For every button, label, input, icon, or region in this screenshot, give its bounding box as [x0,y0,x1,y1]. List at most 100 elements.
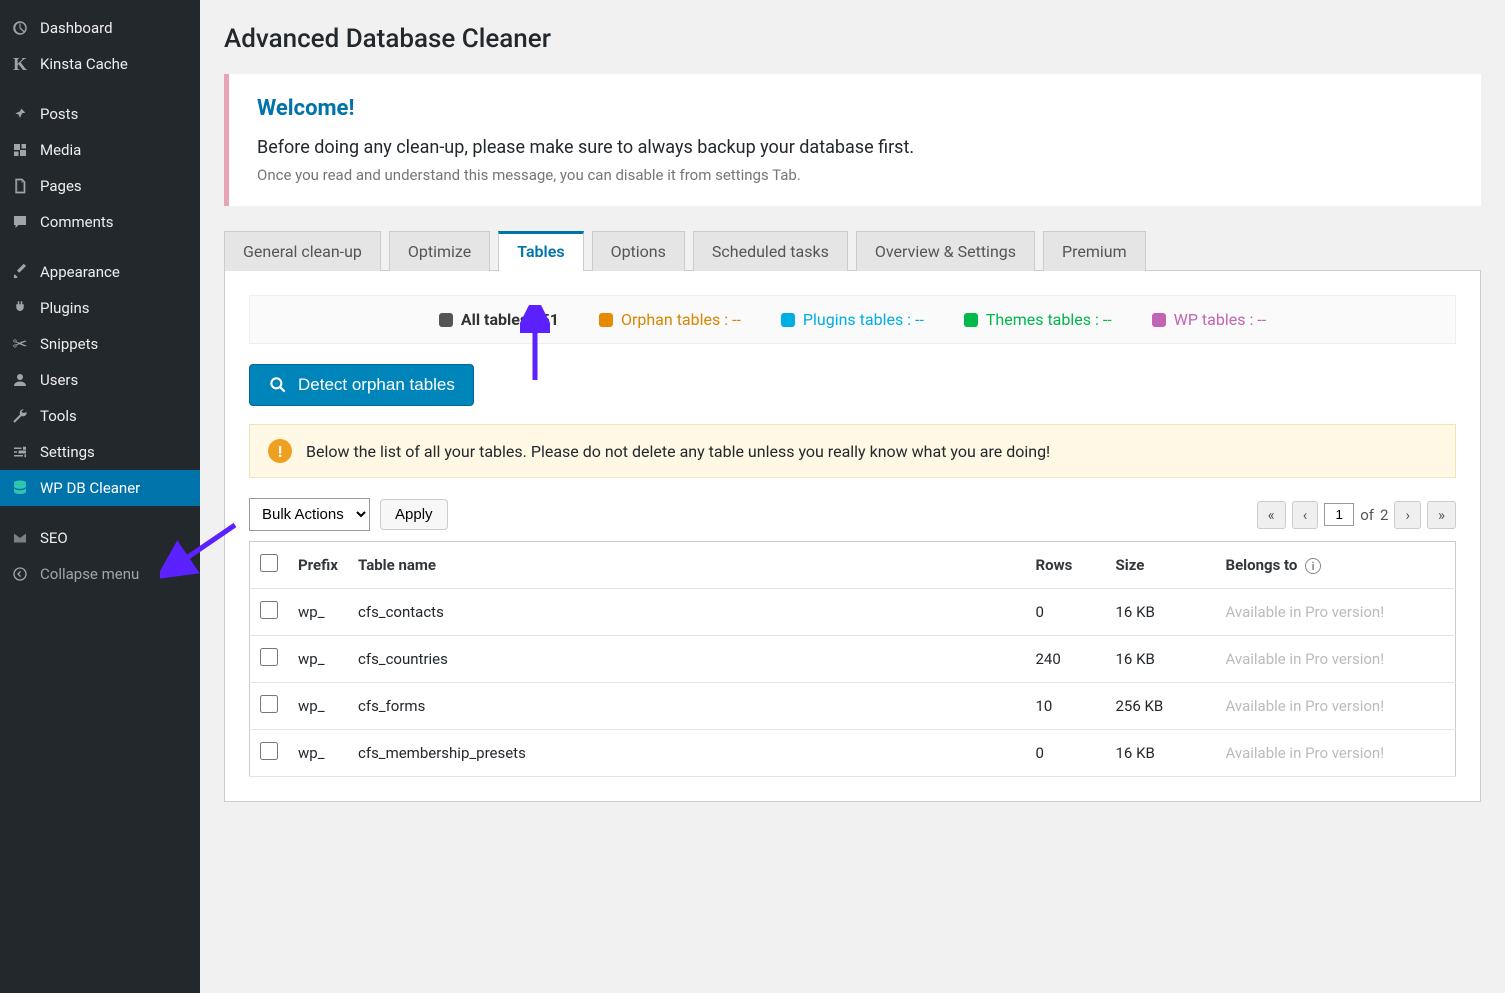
sidebar-item-label: WP DB Cleaner [40,479,140,497]
cell-belongs: Available in Pro version! [1216,636,1456,683]
pager-first[interactable]: « [1257,501,1286,529]
filter-themes[interactable]: Themes tables : -- [964,310,1112,329]
th-rows[interactable]: Rows [1026,542,1106,589]
th-belongs[interactable]: Belongs to i [1216,542,1456,589]
scissors-icon: ✂ [10,334,30,354]
sidebar-item-snippets[interactable]: ✂ Snippets [0,326,200,362]
collapse-icon [10,564,30,584]
pagination: « ‹ of 2 › » [1257,501,1456,529]
filter-plugins[interactable]: Plugins tables : -- [781,310,924,329]
th-name[interactable]: Table name [348,542,1026,589]
tab-options[interactable]: Options [592,231,685,271]
cell-size: 16 KB [1106,589,1216,636]
info-icon: i [1305,558,1321,574]
sidebar-item-label: Pages [40,177,82,195]
user-icon [10,370,30,390]
db-icon [10,478,30,498]
warning-text: Below the list of all your tables. Pleas… [306,442,1050,461]
sidebar-item-label: Kinsta Cache [40,55,128,73]
select-all-checkbox[interactable] [260,554,278,572]
th-size[interactable]: Size [1106,542,1216,589]
cell-size: 16 KB [1106,636,1216,683]
row-checkbox[interactable] [260,695,278,713]
media-icon [10,140,30,160]
sidebar-item-media[interactable]: Media [0,132,200,168]
pager-current-input[interactable] [1324,503,1354,526]
page-icon [10,176,30,196]
row-checkbox[interactable] [260,601,278,619]
square-icon [1152,313,1166,327]
filter-all[interactable]: All tables : 51 [439,310,559,329]
plug-icon [10,298,30,318]
sidebar-item-label: Plugins [40,299,89,317]
sidebar-item-comments[interactable]: Comments [0,204,200,240]
cell-rows: 0 [1026,730,1106,777]
cell-name: cfs_contacts [348,589,1026,636]
sidebar-item-users[interactable]: Users [0,362,200,398]
sidebar-item-tools[interactable]: Tools [0,398,200,434]
seo-icon [10,528,30,548]
warning-icon: ! [268,439,292,463]
sidebar-item-plugins[interactable]: Plugins [0,290,200,326]
sidebar-item-wpdbcleaner[interactable]: WP DB Cleaner [0,470,200,506]
sidebar-item-appearance[interactable]: Appearance [0,254,200,290]
brush-icon [10,262,30,282]
table-row: wp_cfs_forms10256 KBAvailable in Pro ver… [250,683,1456,730]
th-prefix[interactable]: Prefix [288,542,348,589]
k-icon: K [10,54,30,74]
sidebar-item-label: Dashboard [40,19,113,37]
sidebar-item-settings[interactable]: Settings [0,434,200,470]
apply-button[interactable]: Apply [380,499,448,530]
main-content: Advanced Database Cleaner Welcome! Befor… [200,0,1505,993]
comment-icon [10,212,30,232]
cell-prefix: wp_ [288,636,348,683]
page-title: Advanced Database Cleaner [224,24,1481,54]
tab-premium[interactable]: Premium [1043,231,1146,271]
tab-overview-settings[interactable]: Overview & Settings [856,231,1035,271]
sidebar-item-label: Tools [40,407,77,425]
row-checkbox[interactable] [260,742,278,760]
tab-optimize[interactable]: Optimize [389,231,490,271]
sidebar-item-label: Collapse menu [40,565,139,583]
filter-orphan[interactable]: Orphan tables : -- [599,310,741,329]
sidebar-item-kinsta-cache[interactable]: K Kinsta Cache [0,46,200,82]
cell-belongs: Available in Pro version! [1216,683,1456,730]
cell-name: cfs_membership_presets [348,730,1026,777]
sidebar-item-label: Appearance [40,263,120,281]
square-icon [599,313,613,327]
table-row: wp_cfs_membership_presets016 KBAvailable… [250,730,1456,777]
welcome-msg1: Before doing any clean-up, please make s… [257,137,1453,158]
tab-scheduled-tasks[interactable]: Scheduled tasks [693,231,848,271]
sidebar-item-dashboard[interactable]: Dashboard [0,10,200,46]
sidebar-item-seo[interactable]: SEO [0,520,200,556]
tab-tables[interactable]: Tables [498,231,583,271]
welcome-msg2: Once you read and understand this messag… [257,166,1453,184]
pager-prev[interactable]: ‹ [1292,501,1319,529]
cell-prefix: wp_ [288,589,348,636]
sidebar-item-label: Users [40,371,78,389]
bulk-actions-select[interactable]: Bulk Actions [249,498,370,531]
filter-row: All tables : 51 Orphan tables : -- Plugi… [249,295,1456,344]
sidebar-collapse[interactable]: Collapse menu [0,556,200,592]
row-checkbox[interactable] [260,648,278,666]
cell-name: cfs_countries [348,636,1026,683]
pin-icon [10,104,30,124]
pager-last[interactable]: » [1427,501,1456,529]
sidebar-item-label: Posts [40,105,78,123]
square-icon [439,313,453,327]
pager-next[interactable]: › [1394,501,1421,529]
table-row: wp_cfs_countries24016 KBAvailable in Pro… [250,636,1456,683]
cell-prefix: wp_ [288,730,348,777]
cell-rows: 240 [1026,636,1106,683]
cell-rows: 0 [1026,589,1106,636]
warning-box: ! Below the list of all your tables. Ple… [249,424,1456,478]
filter-wp[interactable]: WP tables : -- [1152,310,1266,329]
sidebar-item-posts[interactable]: Posts [0,96,200,132]
detect-orphan-tables-button[interactable]: Detect orphan tables [249,364,474,406]
tab-general-cleanup[interactable]: General clean-up [224,231,381,271]
admin-sidebar: Dashboard K Kinsta Cache Posts Media Page… [0,0,200,993]
tabs: General clean-up Optimize Tables Options… [224,230,1481,271]
sidebar-item-pages[interactable]: Pages [0,168,200,204]
sidebar-item-label: Snippets [40,335,98,353]
welcome-heading: Welcome! [257,96,1453,121]
